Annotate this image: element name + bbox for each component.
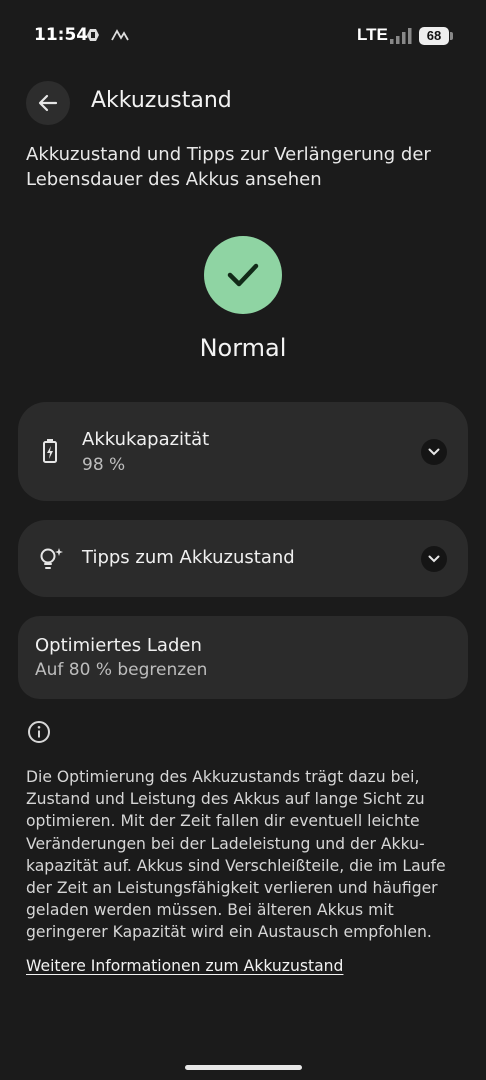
lightbulb-sparkle-icon [39,547,65,575]
status-bar: 11:54 LTE 68 [0,0,486,72]
home-indicator[interactable] [185,1065,302,1070]
chevron-down-icon [428,555,440,563]
chevron-down-icon [428,448,440,456]
intro-text: Akkuzustand und Tipps zur Verlängerung d… [26,144,431,190]
learn-more-link[interactable]: Weitere Informationen zum Akkuzustand [26,957,343,975]
status-indicator [204,236,282,314]
back-button[interactable] [26,81,70,125]
capacity-card[interactable]: Akkukapazität 98 % [18,402,468,501]
status-time: 11:54 [34,25,89,45]
capacity-value: 98 % [82,455,126,475]
network-type: LTE [357,25,388,44]
tips-card[interactable]: Tipps zum Akkuzustand [18,520,468,597]
page-title: Akkuzustand [91,88,232,113]
optimized-charging-card[interactable]: Optimiertes Laden Auf 80 % begrenzen [18,616,468,699]
signal-wave-icon [111,27,129,46]
info-icon [27,720,51,748]
arrow-left-icon [38,94,58,112]
status-label: Normal [199,334,287,362]
drive-icon [86,27,100,46]
cell-signal-icon [389,28,413,48]
tips-title: Tipps zum Akkuzustand [82,547,295,568]
expand-capacity-button[interactable] [421,439,447,465]
battery-icon: 68 [419,27,449,45]
battery-charging-icon [42,438,60,468]
battery-tip [450,32,453,40]
expand-tips-button[interactable] [421,546,447,572]
capacity-title: Akkukapazität [82,429,210,450]
optimized-subtitle: Auf 80 % begrenzen [35,660,208,680]
footer-description: Die Optimierung des Akkuzustands trägt d… [26,768,446,942]
optimized-title: Optimiertes Laden [35,635,202,656]
checkmark-icon [227,263,259,287]
